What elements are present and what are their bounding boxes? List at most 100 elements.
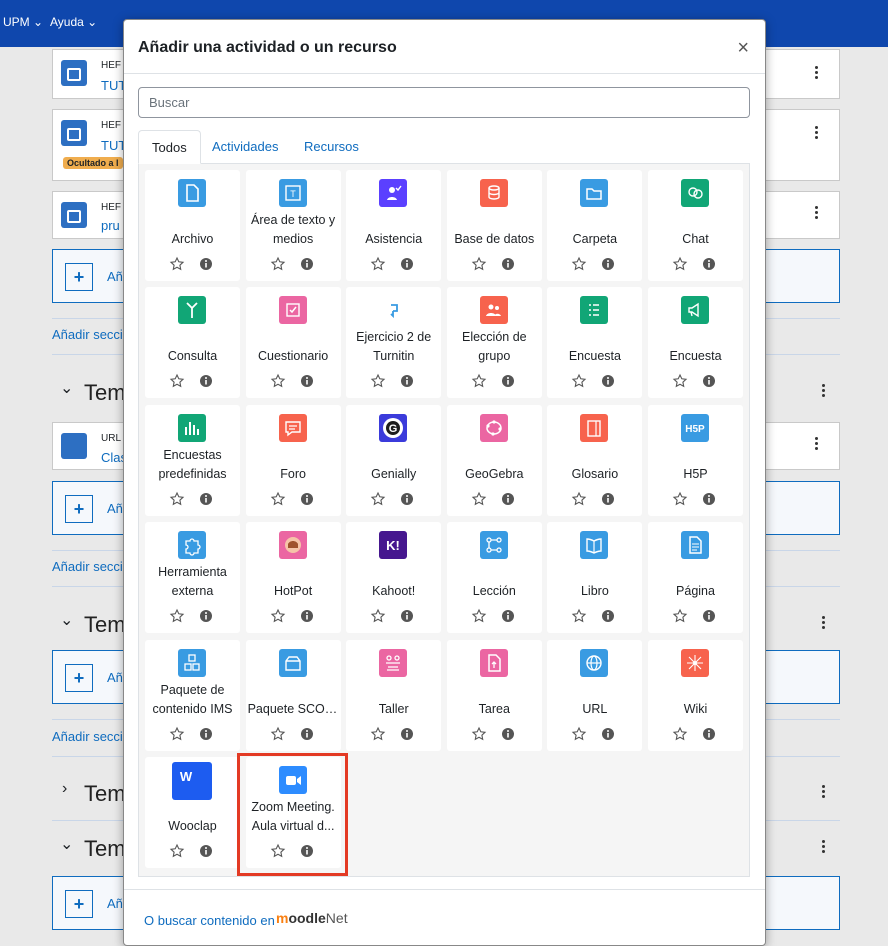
info-icon[interactable] bbox=[399, 608, 415, 624]
info-icon[interactable] bbox=[198, 256, 214, 272]
activity-item-page[interactable]: Página bbox=[648, 522, 743, 634]
activity-item-chat[interactable]: Chat bbox=[648, 170, 743, 281]
star-icon[interactable] bbox=[370, 373, 386, 389]
activity-item-glossary[interactable]: Glosario bbox=[547, 404, 643, 516]
star-icon[interactable] bbox=[471, 608, 487, 624]
info-icon[interactable] bbox=[198, 373, 214, 389]
info-icon[interactable] bbox=[500, 373, 516, 389]
star-icon[interactable] bbox=[471, 491, 487, 507]
activity-item-quiz[interactable]: Cuestionario bbox=[245, 287, 341, 399]
star-icon[interactable] bbox=[270, 373, 286, 389]
activity-item-predefined-survey[interactable]: Encuestas predefinidas bbox=[145, 404, 240, 516]
info-icon[interactable] bbox=[500, 608, 516, 624]
info-icon[interactable] bbox=[701, 373, 717, 389]
activity-item-wiki[interactable]: Wiki bbox=[648, 639, 743, 751]
info-icon[interactable] bbox=[299, 608, 315, 624]
info-icon[interactable] bbox=[701, 608, 717, 624]
activity-item-book[interactable]: Libro bbox=[547, 522, 643, 634]
activity-item-url-globe[interactable]: URL bbox=[547, 639, 643, 751]
plus-icon[interactable]: + bbox=[65, 263, 93, 291]
activity-item-survey-megaphone[interactable]: Encuesta bbox=[648, 287, 743, 399]
moodlenet-logo[interactable]: moodleNet bbox=[276, 910, 348, 926]
activity-item-forum[interactable]: Foro bbox=[245, 404, 341, 516]
info-icon[interactable] bbox=[701, 726, 717, 742]
plus-icon[interactable]: + bbox=[65, 890, 93, 918]
info-icon[interactable] bbox=[198, 726, 214, 742]
star-icon[interactable] bbox=[270, 256, 286, 272]
activity-item-wooclap[interactable]: W Wooclap bbox=[145, 757, 240, 868]
info-icon[interactable] bbox=[198, 491, 214, 507]
activity-item-geogebra[interactable]: GeoGebra bbox=[446, 404, 542, 516]
info-icon[interactable] bbox=[600, 491, 616, 507]
expand-chevron-icon[interactable]: › bbox=[62, 780, 67, 798]
info-icon[interactable] bbox=[701, 491, 717, 507]
info-icon[interactable] bbox=[198, 608, 214, 624]
info-icon[interactable] bbox=[500, 256, 516, 272]
info-icon[interactable] bbox=[600, 608, 616, 624]
star-icon[interactable] bbox=[571, 491, 587, 507]
activity-item-genially[interactable]: G Genially bbox=[346, 404, 442, 516]
info-icon[interactable] bbox=[198, 843, 214, 859]
activity-item-folder[interactable]: Carpeta bbox=[547, 170, 643, 281]
activity-item-file[interactable]: Archivo bbox=[145, 170, 240, 281]
star-icon[interactable] bbox=[270, 491, 286, 507]
info-icon[interactable] bbox=[701, 256, 717, 272]
info-icon[interactable] bbox=[299, 256, 315, 272]
info-icon[interactable] bbox=[299, 726, 315, 742]
star-icon[interactable] bbox=[370, 256, 386, 272]
activity-item-workshop[interactable]: Taller bbox=[346, 639, 442, 751]
kebab-menu-icon[interactable] bbox=[815, 66, 819, 80]
activity-link[interactable]: pru bbox=[101, 218, 120, 233]
add-activity-label[interactable]: Añ bbox=[107, 896, 123, 911]
activity-item-database[interactable]: Base de datos bbox=[446, 170, 542, 281]
add-activity-label[interactable]: Añ bbox=[107, 501, 123, 516]
info-icon[interactable] bbox=[600, 373, 616, 389]
star-icon[interactable] bbox=[270, 726, 286, 742]
activity-item-kahoot[interactable]: K! Kahoot! bbox=[346, 522, 442, 634]
info-icon[interactable] bbox=[600, 256, 616, 272]
star-icon[interactable] bbox=[672, 256, 688, 272]
star-icon[interactable] bbox=[672, 608, 688, 624]
info-icon[interactable] bbox=[299, 491, 315, 507]
star-icon[interactable] bbox=[169, 491, 185, 507]
activity-item-group-choice[interactable]: Elección de grupo bbox=[446, 287, 542, 399]
activity-item-ims-package[interactable]: Paquete de contenido IMS bbox=[145, 639, 240, 751]
star-icon[interactable] bbox=[571, 608, 587, 624]
kebab-menu-icon[interactable] bbox=[822, 840, 826, 854]
add-section-link[interactable]: Añadir secci bbox=[52, 559, 123, 574]
moodlenet-search-link[interactable]: O buscar contenido en bbox=[144, 913, 275, 928]
info-icon[interactable] bbox=[500, 726, 516, 742]
star-icon[interactable] bbox=[471, 726, 487, 742]
tab-resources[interactable]: Recursos bbox=[291, 130, 372, 164]
kebab-menu-icon[interactable] bbox=[815, 126, 819, 140]
add-activity-label[interactable]: Añ bbox=[107, 269, 123, 284]
nav-upm-menu[interactable]: UPM ⌄ bbox=[3, 15, 43, 29]
star-icon[interactable] bbox=[270, 608, 286, 624]
star-icon[interactable] bbox=[169, 608, 185, 624]
star-icon[interactable] bbox=[471, 373, 487, 389]
activity-item-assignment[interactable]: Tarea bbox=[446, 639, 542, 751]
star-icon[interactable] bbox=[672, 726, 688, 742]
plus-icon[interactable]: + bbox=[65, 495, 93, 523]
activity-item-lesson[interactable]: Lección bbox=[446, 522, 542, 634]
activity-item-attendance[interactable]: Asistencia bbox=[346, 170, 442, 281]
activity-item-choice[interactable]: Consulta bbox=[145, 287, 240, 399]
star-icon[interactable] bbox=[471, 256, 487, 272]
tab-activities[interactable]: Actividades bbox=[199, 130, 291, 164]
star-icon[interactable] bbox=[169, 256, 185, 272]
star-icon[interactable] bbox=[571, 726, 587, 742]
star-icon[interactable] bbox=[169, 726, 185, 742]
info-icon[interactable] bbox=[399, 726, 415, 742]
activity-item-scorm-package[interactable]: Paquete SCORM bbox=[245, 639, 341, 751]
star-icon[interactable] bbox=[370, 491, 386, 507]
info-icon[interactable] bbox=[500, 491, 516, 507]
activity-item-turnitin[interactable]: Ejercicio 2 de Turnitin bbox=[346, 287, 442, 399]
info-icon[interactable] bbox=[399, 256, 415, 272]
star-icon[interactable] bbox=[672, 373, 688, 389]
star-icon[interactable] bbox=[270, 843, 286, 859]
star-icon[interactable] bbox=[571, 256, 587, 272]
star-icon[interactable] bbox=[169, 843, 185, 859]
star-icon[interactable] bbox=[672, 491, 688, 507]
collapse-chevron-icon[interactable]: ⌄ bbox=[60, 610, 73, 630]
activity-item-h5p[interactable]: H5P H5P bbox=[648, 404, 743, 516]
